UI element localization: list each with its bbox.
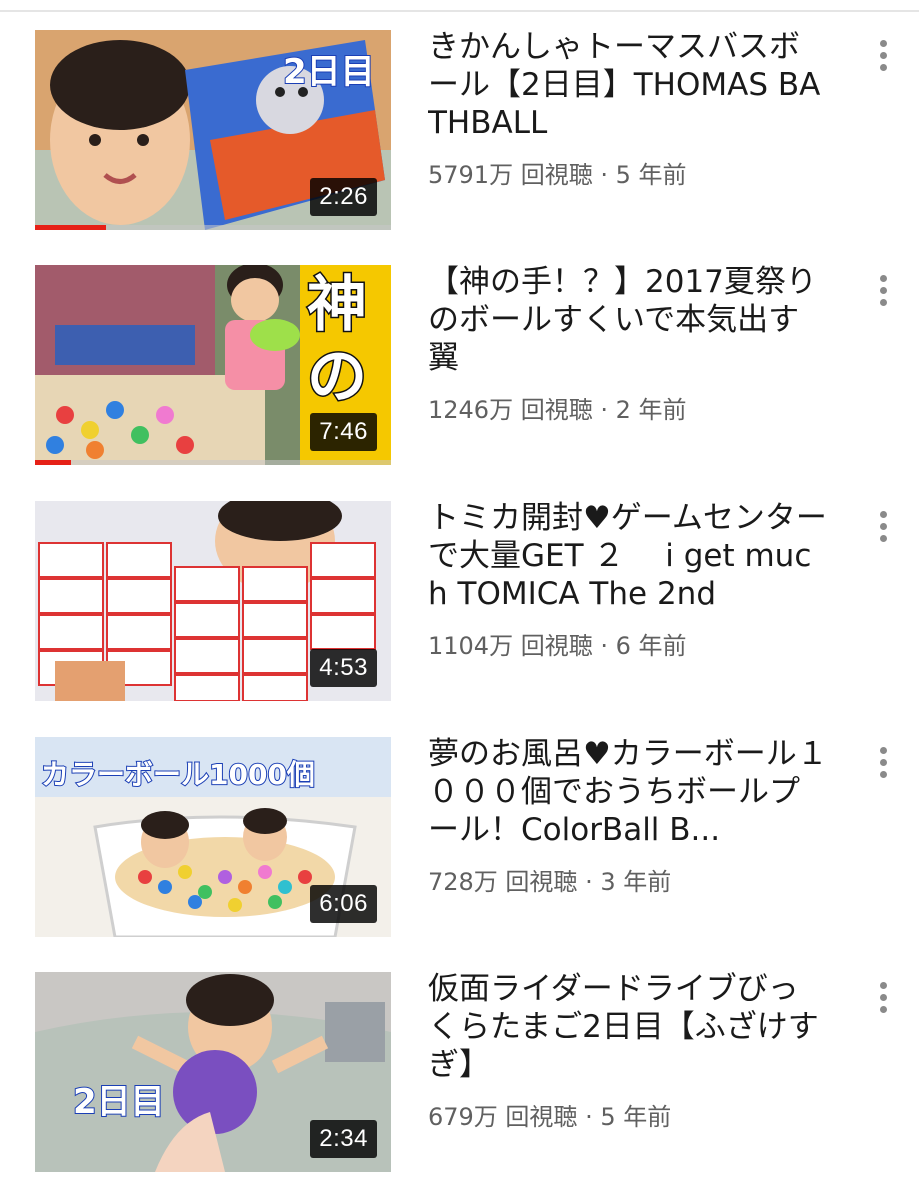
video-item[interactable]: カラーボール1000個 6:06 夢のお風呂♥カラーボール１０００個でおうちボー… (0, 735, 919, 937)
more-vert-icon[interactable] (868, 503, 898, 549)
video-thumbnail[interactable]: 神の 7:46 (35, 265, 391, 465)
view-count: 679万 回視聴 (428, 1103, 578, 1131)
video-thumbnail[interactable]: 2日目 2:34 (35, 972, 391, 1172)
meta-separator: · (600, 161, 608, 189)
more-vert-icon[interactable] (868, 32, 898, 78)
video-title[interactable]: きかんしゃトーマスバスボール【2日目】THOMAS BATHBALL (428, 28, 828, 142)
watch-progress-track (35, 225, 391, 230)
upload-age: 6 年前 (615, 632, 687, 660)
meta-separator: · (585, 868, 593, 896)
watch-progress-fill (35, 225, 107, 230)
video-duration: 6:06 (310, 885, 377, 923)
more-vert-icon[interactable] (868, 974, 898, 1020)
video-thumbnail[interactable]: 4:53 (35, 501, 391, 701)
upload-age: 2 年前 (615, 396, 687, 424)
video-title[interactable]: 仮面ライダードライブびっくらたまご2日目【ふざけすぎ】 (428, 970, 828, 1084)
video-duration: 7:46 (310, 413, 377, 451)
meta-separator: · (600, 632, 608, 660)
video-meta: 1104万 回視聴 · 6 年前 (428, 631, 828, 661)
video-meta: 679万 回視聴 · 5 年前 (428, 1102, 828, 1132)
watch-progress-fill (35, 460, 71, 465)
video-title[interactable]: トミカ開封♥ゲームセンターで大量GET ２ i get much TOMICA … (428, 499, 828, 613)
upload-age: 5 年前 (615, 161, 687, 189)
video-list: 2日目 2:26 きかんしゃトーマスバスボール【2日目】THOMAS BATHB… (0, 0, 919, 1200)
view-count: 1246万 回視聴 (428, 396, 593, 424)
video-meta: 1246万 回視聴 · 2 年前 (428, 395, 828, 425)
more-vert-icon[interactable] (868, 739, 898, 785)
video-thumbnail[interactable]: カラーボール1000個 6:06 (35, 737, 391, 937)
view-count: 728万 回視聴 (428, 868, 578, 896)
meta-separator: · (600, 396, 608, 424)
video-item[interactable]: 4:53 トミカ開封♥ゲームセンターで大量GET ２ i get much TO… (0, 499, 919, 701)
view-count: 5791万 回視聴 (428, 161, 593, 189)
video-duration: 2:26 (310, 178, 377, 216)
video-meta: 728万 回視聴 · 3 年前 (428, 867, 828, 897)
video-item[interactable]: 2日目 2:26 きかんしゃトーマスバスボール【2日目】THOMAS BATHB… (0, 28, 919, 230)
video-item[interactable]: 2日目 2:34 仮面ライダードライブびっくらたまご2日目【ふざけすぎ】 679… (0, 970, 919, 1172)
view-count: 1104万 回視聴 (428, 632, 593, 660)
meta-separator: · (585, 1103, 593, 1131)
video-thumbnail[interactable]: 2日目 2:26 (35, 30, 391, 230)
thumbnail-overlay-text: 2日目 (72, 1081, 166, 1123)
upload-age: 3 年前 (600, 868, 672, 896)
video-duration: 4:53 (310, 649, 377, 687)
thumbnail-overlay-text: 神の (306, 269, 369, 414)
watch-progress-track (35, 460, 391, 465)
video-meta: 5791万 回視聴 · 5 年前 (428, 160, 828, 190)
video-duration: 2:34 (310, 1120, 377, 1158)
video-item[interactable]: 神の 7:46 【神の手！？】2017夏祭りのボールすくいで本気出す翼 1246… (0, 263, 919, 465)
more-vert-icon[interactable] (868, 267, 898, 313)
upload-age: 5 年前 (600, 1103, 672, 1131)
video-title[interactable]: 夢のお風呂♥カラーボール１０００個でおうちボールプール！ColorBall B.… (428, 735, 828, 849)
thumbnail-overlay-text: 2日目 (282, 51, 376, 93)
video-title[interactable]: 【神の手！？】2017夏祭りのボールすくいで本気出す翼 (428, 263, 828, 377)
thumbnail-overlay-text: カラーボール1000個 (40, 757, 316, 792)
